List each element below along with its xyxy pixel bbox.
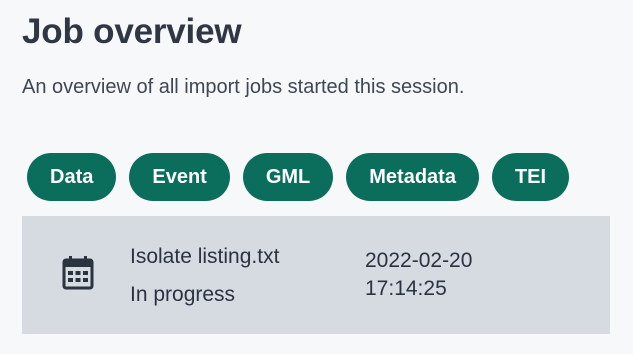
filter-chip-tei[interactable]: TEI	[491, 153, 570, 201]
job-file-name: Isolate listing.txt	[130, 245, 280, 268]
filter-chip-event[interactable]: Event	[129, 153, 230, 201]
filter-chip-gml[interactable]: GML	[242, 153, 334, 201]
filter-chip-metadata[interactable]: Metadata	[346, 153, 479, 201]
job-type-filters: Data Event GML Metadata TEI	[22, 153, 633, 201]
page-title: Job overview	[22, 12, 242, 51]
filter-chip-data[interactable]: Data	[27, 153, 117, 201]
job-status: In progress	[130, 283, 236, 306]
job-card[interactable]: Isolate listing.txt In progress 2022-02-…	[22, 216, 610, 334]
calendar-icon	[62, 256, 94, 290]
job-time: 17:14:25	[365, 277, 447, 300]
page-subtitle: An overview of all import jobs started t…	[22, 76, 465, 98]
job-date: 2022-02-20	[365, 249, 473, 272]
